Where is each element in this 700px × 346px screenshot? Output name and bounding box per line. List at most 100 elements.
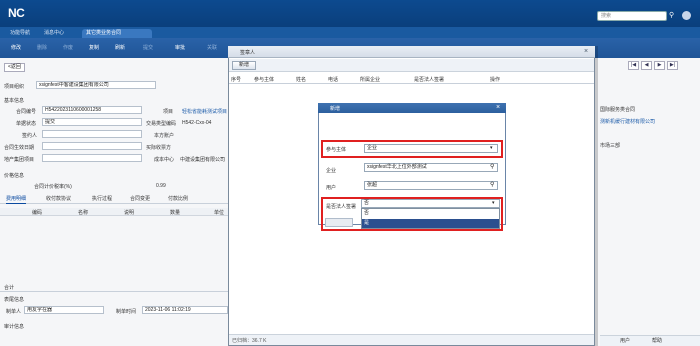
org-label: 项目组织 <box>4 84 25 90</box>
col-legal: 是否法人签署 <box>414 77 445 83</box>
type-label: 交易类型编码 <box>146 121 177 127</box>
status-user[interactable]: 用户 <box>620 337 630 344</box>
signer-dialog-toolbar <box>229 59 594 72</box>
right-field-3: 市场三部 <box>600 143 621 149</box>
tab-contract[interactable]: 其它类业务合同 <box>82 29 152 38</box>
company-label: 地产集团项目 <box>4 157 35 163</box>
status-help[interactable]: 帮助 <box>652 337 662 344</box>
sign-field[interactable] <box>42 130 142 138</box>
link-button[interactable]: 关联 <box>204 44 220 53</box>
footer-section-title: 表尾信息 <box>4 297 25 303</box>
search-icon[interactable]: ⚲ <box>490 181 494 188</box>
creator-label: 制单人 <box>6 309 22 315</box>
add-signer-button[interactable]: 新增 <box>232 61 257 70</box>
edit-button[interactable]: 修改 <box>8 44 24 53</box>
grid-col-unit: 单位 <box>214 210 225 216</box>
next-record-icon[interactable]: ▶ <box>654 61 665 70</box>
created-field: 2023-11-06 11:02:19 <box>142 306 228 314</box>
tax-value: 0.99 <box>156 183 166 189</box>
delete-button[interactable]: 删除 <box>34 44 50 53</box>
signer-dialog-footer <box>229 334 594 345</box>
tab-payment-ratio[interactable]: 付款比例 <box>168 195 188 204</box>
tab-contract-change[interactable]: 合同变更 <box>130 195 150 204</box>
invoice-label: 买际收票方 <box>146 145 172 151</box>
legal-option-no[interactable]: 否 <box>362 209 499 218</box>
basic-section-title: 基本信息 <box>4 98 25 104</box>
right-field-2[interactable]: 测新机缓行建材有限公司 <box>600 118 655 125</box>
right-field-1: 国际服务类合同 <box>600 107 636 113</box>
project-link[interactable]: 轻松省能耗测试项目 <box>182 108 227 115</box>
cost-center-value: 中建设集团有限公司 <box>180 157 226 163</box>
creator-field: 用友字在器 <box>24 306 104 314</box>
audit-section-title: 审计信息 <box>4 324 25 330</box>
doc-status-field: 提交 <box>42 118 142 126</box>
approve-button[interactable]: 审批 <box>172 44 188 53</box>
refresh-button[interactable]: 刷新 <box>112 44 128 53</box>
search-input[interactable]: 搜索 <box>597 11 667 21</box>
col-name: 姓名 <box>296 77 307 83</box>
doc-status-label: 单据状态 <box>16 121 37 127</box>
divider <box>0 291 230 292</box>
company-ref-field[interactable]: xsignfest华北上位外部测试 <box>364 163 498 172</box>
detail-tabs <box>0 193 230 204</box>
company-field[interactable] <box>42 154 142 162</box>
own-account-label: 本方账户 <box>154 133 175 139</box>
org-field[interactable]: xsignfest中客建设集团有限公司 <box>36 81 156 89</box>
col-action: 操作 <box>490 77 501 83</box>
signer-dialog-titlebar <box>228 46 595 58</box>
col-party: 参与主体 <box>254 77 275 83</box>
tab-execution[interactable]: 执行过程 <box>92 195 112 204</box>
contract-no-label: 合同编号 <box>16 109 37 115</box>
cost-center-label: 成本中心 <box>154 157 175 163</box>
signer-dialog-title: 签章人 <box>240 50 256 56</box>
project-label: 项目 <box>163 109 174 115</box>
copy-button[interactable]: 复制 <box>86 44 102 53</box>
legal-select[interactable]: 否 <box>361 199 500 208</box>
chevron-down-icon[interactable]: ▾ <box>490 145 493 151</box>
col-company: 所属企业 <box>360 77 381 83</box>
party-select[interactable]: 企业 <box>364 144 498 153</box>
total-label: 合计 <box>4 285 15 291</box>
tax-label: 合同计价税率(%) <box>34 184 72 190</box>
sign-label: 签约人 <box>22 133 38 139</box>
effective-date-field[interactable] <box>42 142 142 150</box>
company-select-label: 企业 <box>326 168 337 174</box>
effective-date-label: 合同生效日期 <box>4 145 35 151</box>
confirm-button[interactable] <box>325 218 353 227</box>
grid-col-code: 编码 <box>32 210 43 216</box>
grid-col-qty: 数量 <box>170 210 181 216</box>
prev-record-icon[interactable]: ◀ <box>641 61 652 70</box>
legal-label: 是否法人签署 <box>326 204 357 210</box>
grid-col-desc: 说明 <box>124 210 135 216</box>
created-label: 制单时间 <box>116 309 137 315</box>
user-ref-field[interactable]: 张超 <box>364 181 498 190</box>
price-section-title: 价格信息 <box>4 173 25 179</box>
user-label: 用户 <box>326 185 337 191</box>
close-icon[interactable]: × <box>584 48 592 56</box>
signer-dialog-status: 已归档：36.7 K <box>232 338 267 344</box>
tab-payment-agreement[interactable]: 收付款协议 <box>46 195 71 204</box>
col-index: 序号 <box>231 77 242 83</box>
app-logo: NC <box>8 6 25 20</box>
first-record-icon[interactable]: |◀ <box>628 61 639 70</box>
tab-expense-detail[interactable]: 费用明细 <box>6 195 27 204</box>
submit-button[interactable]: 提交 <box>140 44 156 53</box>
back-button[interactable]: <返回 <box>4 63 25 72</box>
tab-message-center[interactable]: 消息中心 <box>40 29 68 38</box>
col-phone: 电话 <box>328 77 339 83</box>
void-button[interactable]: 作废 <box>60 44 76 53</box>
contract-no-field[interactable]: H5422023110600001258 <box>42 106 142 114</box>
search-icon[interactable]: ⚲ <box>669 12 677 20</box>
tab-function-nav[interactable]: 功能导航 <box>6 29 34 38</box>
chevron-down-icon[interactable]: ▾ <box>492 200 495 206</box>
add-dialog-titlebar <box>318 103 506 113</box>
signer-table-header-line <box>229 83 594 84</box>
status-bar <box>600 335 700 346</box>
user-icon[interactable] <box>682 11 691 20</box>
last-record-icon[interactable]: ▶| <box>667 61 678 70</box>
legal-option-yes[interactable]: 是 <box>362 219 499 228</box>
add-dialog-title: 新增 <box>330 106 341 112</box>
party-label: 参与主体 <box>326 147 347 153</box>
search-icon[interactable]: ⚲ <box>490 163 494 170</box>
close-icon[interactable]: × <box>496 104 504 112</box>
